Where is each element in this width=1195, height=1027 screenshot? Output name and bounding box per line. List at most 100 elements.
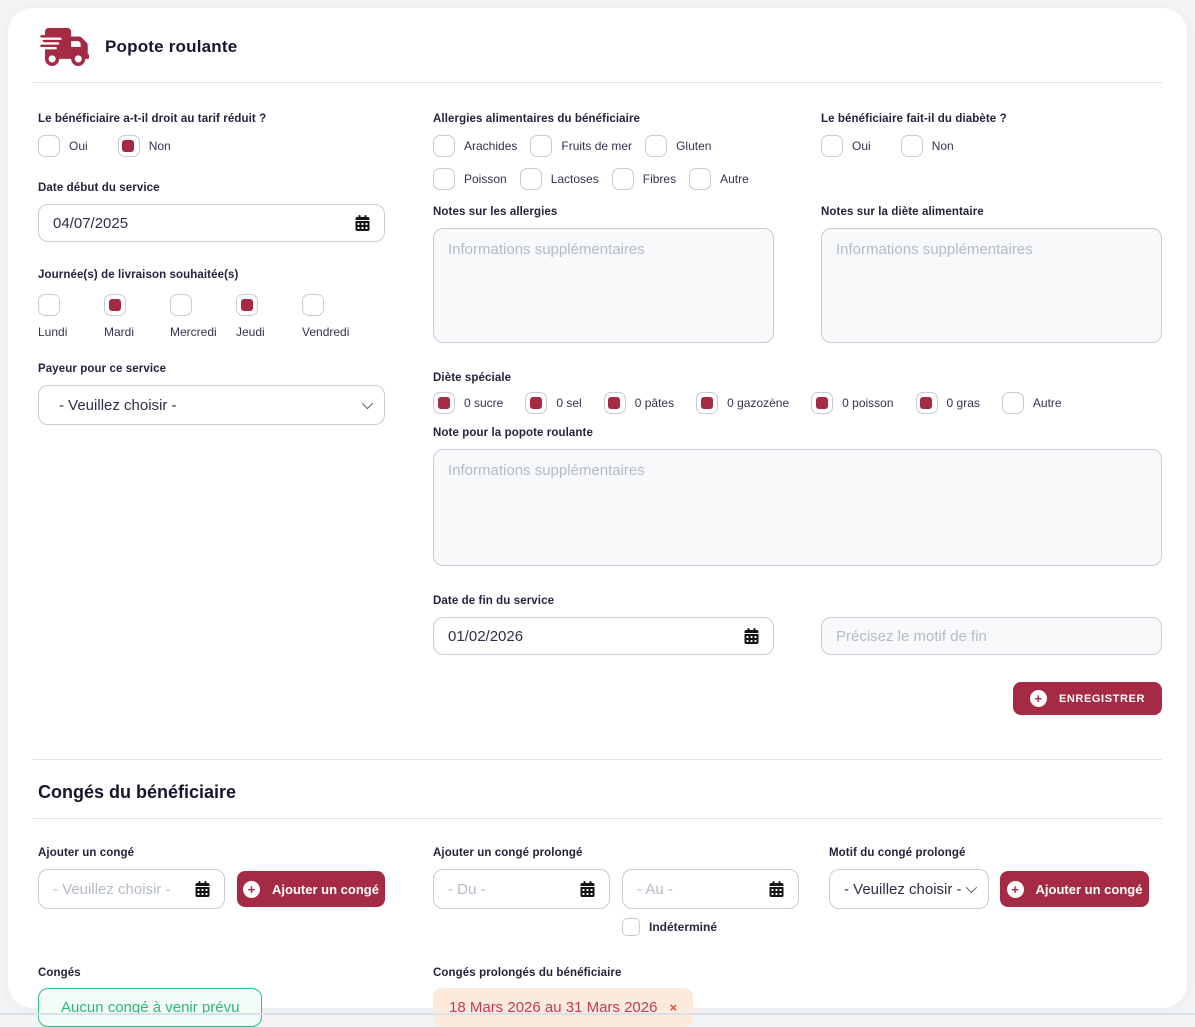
allergy-option-poisson[interactable]: Poisson [433, 168, 507, 190]
checkbox-label: Autre [1033, 396, 1062, 410]
checkbox[interactable] [811, 392, 833, 414]
extended-reason-select[interactable]: - Veuillez choisir - [829, 869, 989, 909]
allergy-option-arachides[interactable]: Arachides [433, 135, 517, 157]
diet-option-autre[interactable]: Autre [1002, 392, 1062, 414]
end-date-value[interactable] [448, 628, 736, 645]
diet-option-0-pates[interactable]: 0 pâtes [604, 392, 674, 414]
checkbox[interactable] [170, 294, 192, 316]
plus-circle-icon: + [243, 881, 260, 898]
checkbox[interactable] [525, 392, 547, 414]
payer-select[interactable]: - Veuillez choisir - [38, 385, 385, 425]
calendar-icon[interactable] [769, 881, 784, 897]
popote-note-group: Note pour la popote roulante [433, 427, 1162, 571]
extended-to-value[interactable] [637, 881, 761, 898]
right-area: Allergies alimentaires du bénéficiaire A… [433, 113, 1162, 715]
checkbox[interactable] [433, 392, 455, 414]
checkbox[interactable] [604, 392, 626, 414]
allergy-option-fibres[interactable]: Fibres [612, 168, 676, 190]
diet-notes-textarea[interactable] [821, 228, 1162, 343]
day-option-mercredi[interactable]: Mercredi [170, 294, 236, 339]
checkbox[interactable] [433, 168, 455, 190]
checkbox-label: Oui [69, 139, 88, 153]
upcoming-leaves-label: Congés [38, 967, 385, 979]
checkbox[interactable] [645, 135, 667, 157]
allergy-option-autre[interactable]: Autre [689, 168, 749, 190]
checkbox[interactable] [622, 918, 640, 936]
end-date-input[interactable] [433, 617, 774, 655]
payer-label: Payeur pour ce service [38, 363, 385, 375]
diabetes-option-non[interactable]: Non [901, 135, 954, 157]
checkbox[interactable] [104, 294, 126, 316]
add-leave-label: Ajouter un congé [38, 847, 385, 859]
leave-date-input[interactable] [38, 869, 225, 909]
left-column: Le bénéficiaire a-t-il droit au tarif ré… [38, 113, 385, 715]
checkbox[interactable] [118, 135, 140, 157]
indeterminate-option[interactable]: Indéterminé [622, 918, 717, 936]
extended-from-input[interactable] [433, 869, 610, 909]
add-extended-button[interactable]: + Ajouter un congé [1000, 871, 1149, 907]
day-label: Vendredi [302, 325, 349, 339]
diabetes-option-oui[interactable]: Oui [821, 135, 871, 157]
allergy-option-gluten[interactable]: Gluten [645, 135, 711, 157]
add-extended-button-label: Ajouter un congé [1036, 882, 1143, 897]
checkbox[interactable] [302, 294, 324, 316]
checkbox[interactable] [38, 135, 60, 157]
allergy-notes-textarea[interactable] [433, 228, 774, 343]
add-extended-leave-group: Ajouter un congé prolongé Indéterminé [433, 847, 799, 941]
checkbox[interactable] [821, 135, 843, 157]
calendar-icon[interactable] [744, 628, 759, 644]
extended-leave-chip: 18 Mars 2026 au 31 Mars 2026 × [433, 988, 693, 1027]
day-option-jeudi[interactable]: Jeudi [236, 294, 302, 339]
leave-date-value[interactable] [53, 881, 187, 898]
end-reason-input[interactable] [821, 617, 1162, 655]
checkbox[interactable] [696, 392, 718, 414]
allergies-group: Allergies alimentaires du bénéficiaire A… [433, 113, 774, 190]
day-option-mardi[interactable]: Mardi [104, 294, 170, 339]
allergy-option-lactoses[interactable]: Lactoses [520, 168, 599, 190]
diet-option-0-poisson[interactable]: 0 poisson [811, 392, 893, 414]
checkbox[interactable] [530, 135, 552, 157]
extended-from-value[interactable] [448, 881, 572, 898]
calendar-icon[interactable] [580, 881, 595, 897]
extended-to-input[interactable] [622, 869, 799, 909]
start-date-input[interactable] [38, 204, 385, 242]
start-date-group: Date début du service [38, 182, 385, 242]
checkbox-label: Fruits de mer [561, 139, 632, 153]
calendar-icon[interactable] [355, 215, 370, 231]
calendar-icon[interactable] [195, 881, 210, 897]
checkbox[interactable] [1002, 392, 1024, 414]
checkbox[interactable] [612, 168, 634, 190]
allergy-notes-group: Notes sur les allergies [433, 206, 774, 348]
checkbox-label: Non [149, 139, 171, 153]
checkbox[interactable] [689, 168, 711, 190]
diet-option-0-sel[interactable]: 0 sel [525, 392, 581, 414]
end-date-group: Date de fin du service [433, 595, 774, 655]
popote-note-textarea[interactable] [433, 449, 1162, 566]
upcoming-leaves-group: Congés Aucun congé à venir prévu [38, 967, 385, 1027]
checkbox[interactable] [520, 168, 542, 190]
checkbox[interactable] [236, 294, 258, 316]
indeterminate-label: Indéterminé [649, 920, 717, 934]
checkbox-label: Gluten [676, 139, 711, 153]
extended-leaves-label: Congés prolongés du bénéficiaire [433, 967, 693, 979]
reduced-rate-option-non[interactable]: Non [118, 135, 171, 157]
checkbox[interactable] [38, 294, 60, 316]
day-option-lundi[interactable]: Lundi [38, 294, 104, 339]
checkbox[interactable] [916, 392, 938, 414]
checkbox[interactable] [433, 135, 455, 157]
section-divider [33, 818, 1162, 819]
diet-option-0-gazozene[interactable]: 0 gazozène [696, 392, 789, 414]
day-option-vendredi[interactable]: Vendredi [302, 294, 368, 339]
leaves-section-title: Congés du bénéficiaire [33, 782, 1162, 803]
reduced-rate-option-oui[interactable]: Oui [38, 135, 88, 157]
diet-option-0-gras[interactable]: 0 gras [916, 392, 980, 414]
save-button[interactable]: + ENREGISTRER [1013, 682, 1162, 715]
special-diet-group: Diète spéciale 0 sucre 0 sel 0 pâtes [433, 372, 1162, 414]
allergy-option-fruits-de-mer[interactable]: Fruits de mer [530, 135, 632, 157]
add-leave-button[interactable]: + Ajouter un congé [237, 871, 385, 907]
end-reason-value[interactable] [836, 628, 1147, 645]
checkbox[interactable] [901, 135, 923, 157]
diet-option-0-sucre[interactable]: 0 sucre [433, 392, 503, 414]
start-date-value[interactable] [53, 215, 347, 232]
diet-notes-label: Notes sur la diète alimentaire [821, 206, 1162, 218]
